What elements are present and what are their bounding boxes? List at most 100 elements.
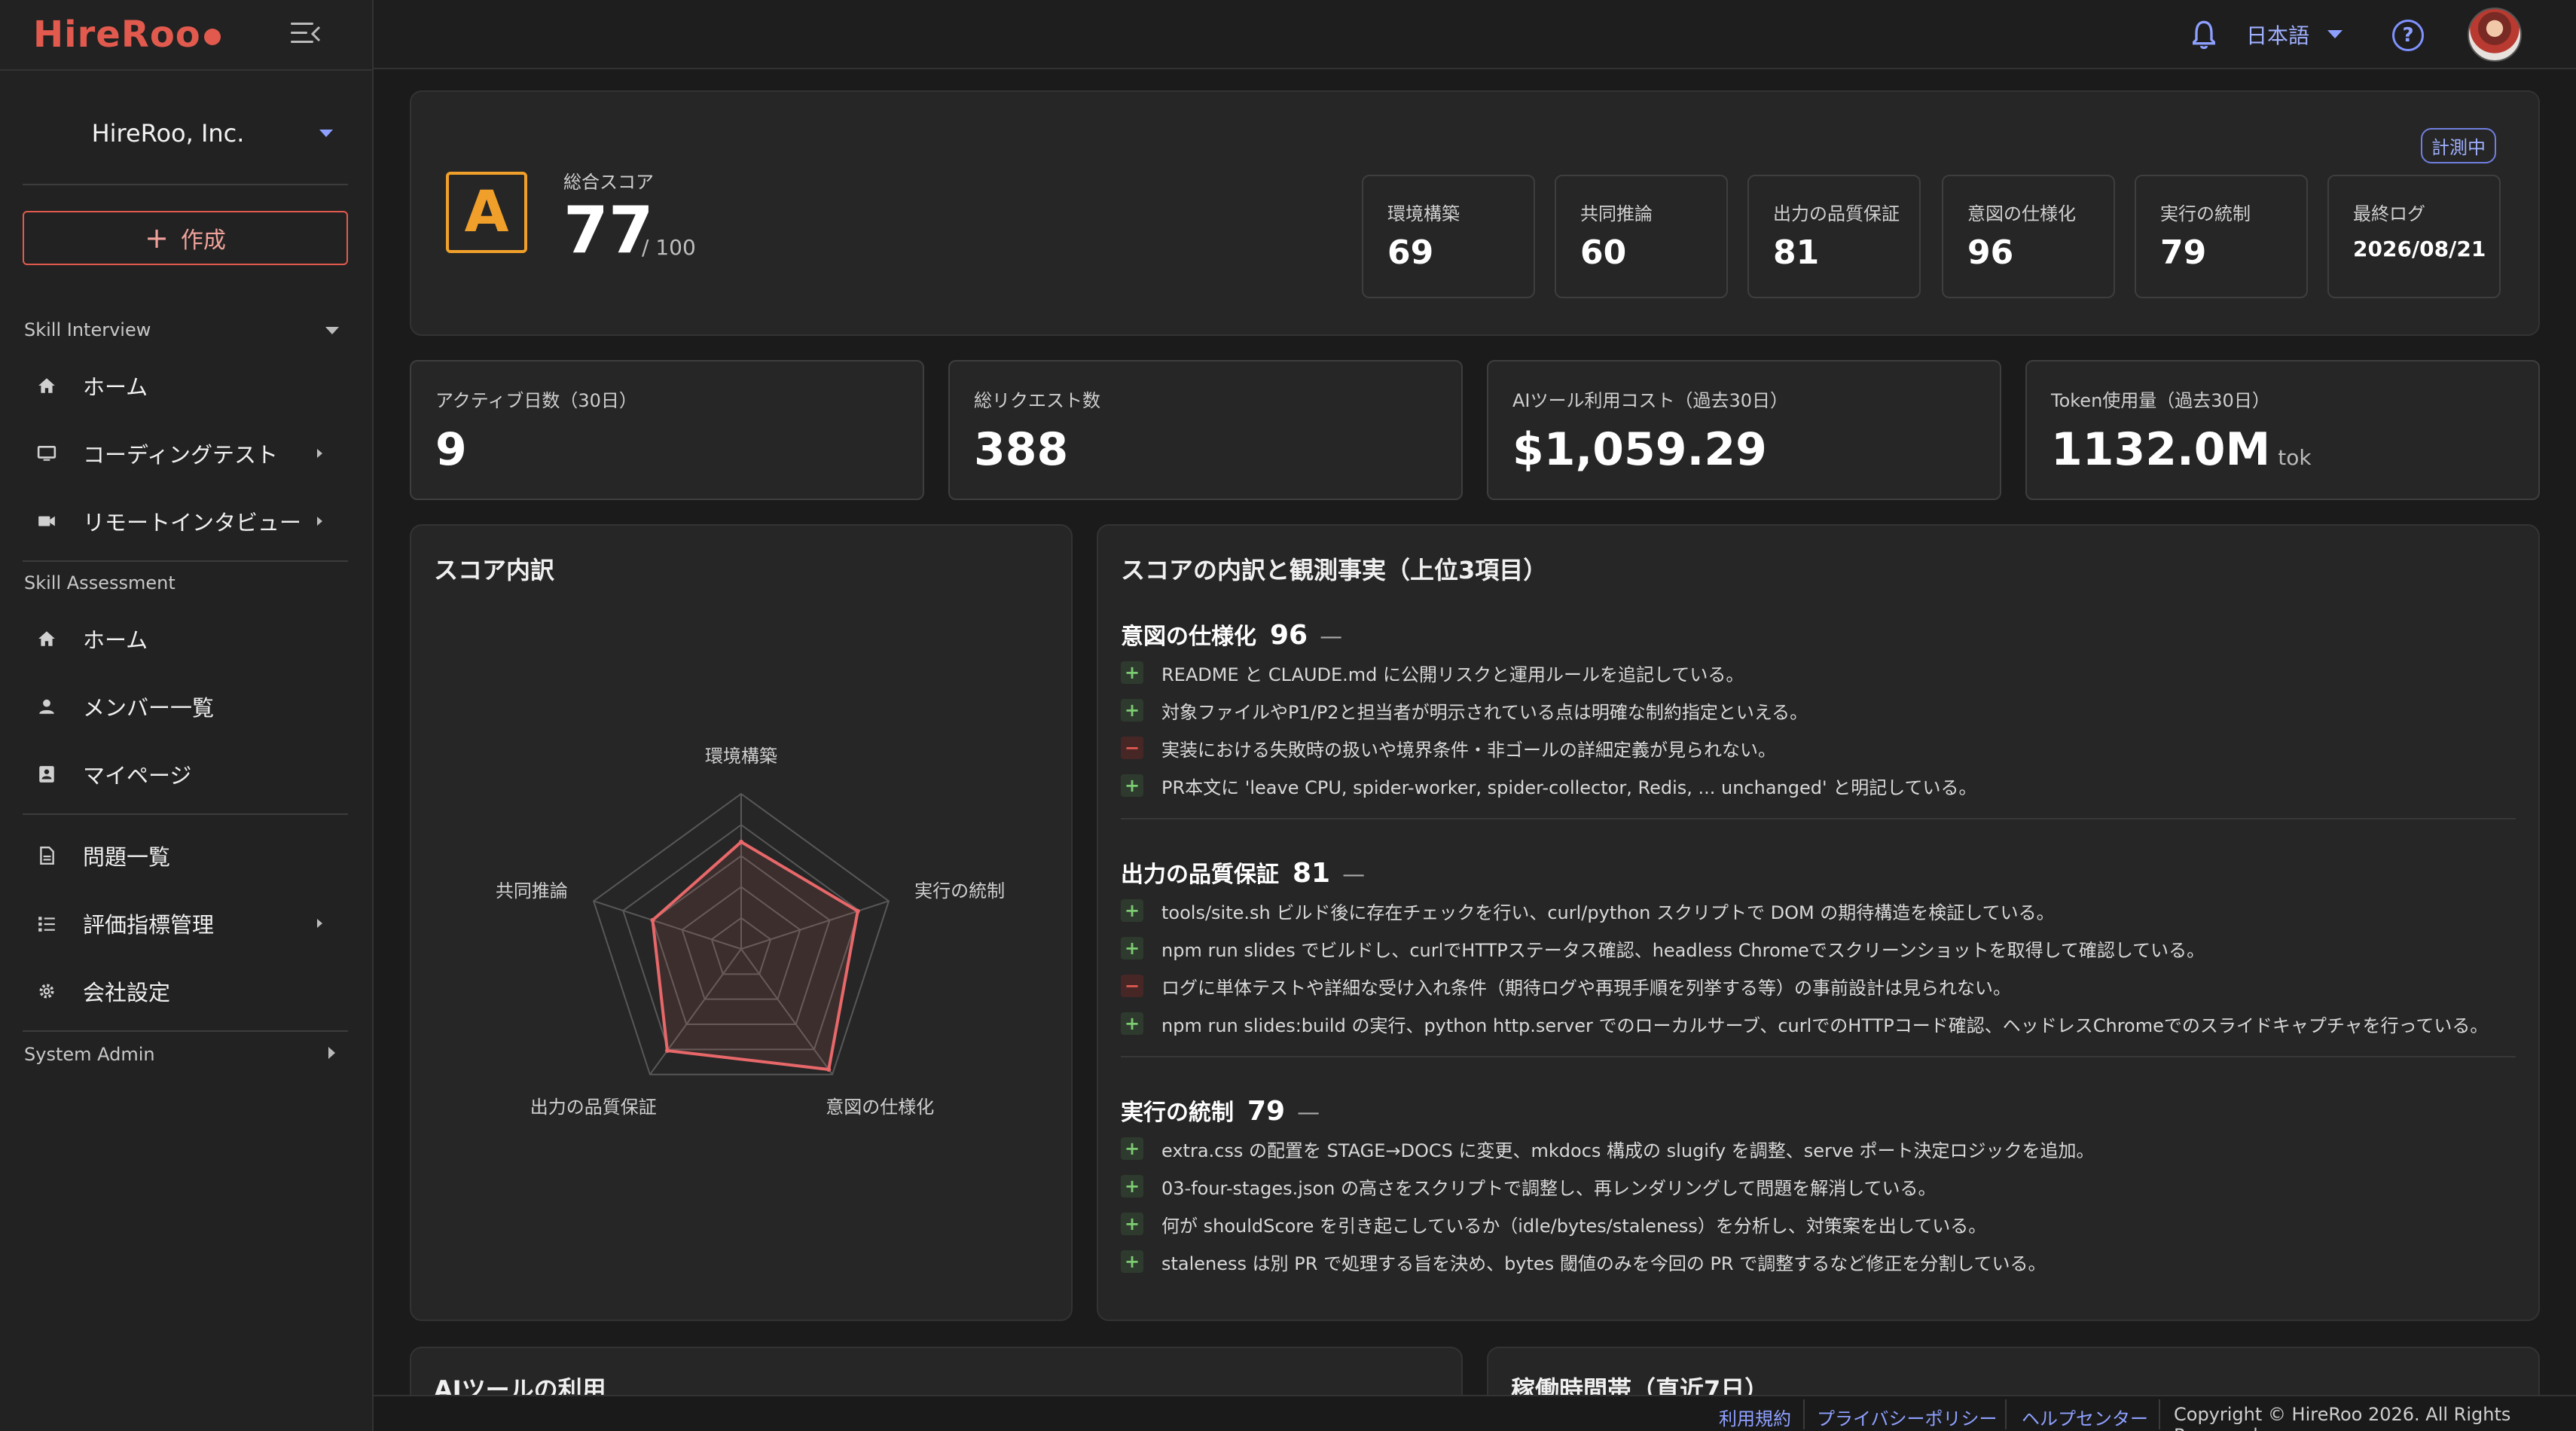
radar-point [855,908,860,914]
plus-icon: + [145,221,169,255]
observation-item: +03-four-stages.json の高さをスクリプトで調整し、再レンダリ… [1121,1173,1937,1199]
observation-text: 03-four-stages.json の高さをスクリプトで調整し、再レンダリン… [1161,1177,1937,1199]
id-card-icon [33,761,60,788]
stat-value: 388 [974,423,1068,476]
observation-item: + npm run slides でビルドし、curlでHTTPステータス確認、h… [1121,935,2205,961]
sidebar-collapse-icon[interactable] [291,21,321,47]
chevron-right-icon [317,517,322,526]
sidebar-item-metrics[interactable]: 評価指標管理 [33,901,342,946]
metric-value: 96 [1967,233,2014,272]
radar-point [664,1048,670,1053]
org-dropdown-icon[interactable] [319,130,333,137]
radar-series-polygon [651,840,859,1072]
observation-item: − ログに単体テストや詳細な受け入れ条件（期待ログや再現手順を列挙する等）の事前設… [1121,973,2011,999]
observation-group-title: 意図の仕様化 96 — [1121,618,1342,651]
stat-number: 9 [435,423,467,476]
observation-group-name: 意図の仕様化 [1121,624,1256,650]
metric-label: 最終ログ [2353,203,2425,224]
observation-text: PR本文に 'leave CPU, spider-worker, spider-… [1161,777,1977,798]
overall-score-value: 77 [563,193,654,268]
observation-group-score: 96 [1270,620,1308,651]
sidebar: HireRoo HireRoo, Inc. + 作成 Skill Intervi… [0,0,374,1431]
metric-card: 意図の仕様化 96 [1942,175,2115,298]
language-selector[interactable]: 日本語 [2246,20,2309,50]
chevron-down-icon[interactable] [2327,30,2343,38]
radar-axis-label: 意図の仕様化 [826,1097,934,1118]
observation-divider [1121,1056,2516,1057]
plus-icon: + [1121,661,1143,684]
help-center-link[interactable]: ヘルプセンター [2022,1404,2148,1430]
sidebar-item-si-home[interactable]: ホーム [33,363,342,408]
sidebar-item-company-settings[interactable]: 会社設定 [33,969,342,1014]
radar-axis-label: 出力の品質保証 [530,1097,657,1118]
metric-value: 2026/08/21 [2353,236,2486,261]
stat-value: 9 [435,423,467,476]
plus-icon: + [1121,1175,1143,1198]
minus-icon: − [1121,975,1143,997]
avatar[interactable] [2468,8,2522,62]
copyright: Copyright © HireRoo 2026. All Rights Res… [2174,1404,2511,1431]
observation-item: + tools/site.sh ビルド後に存在チェックを行い、curl/pytho… [1121,898,2055,923]
section-system-admin[interactable]: System Admin [24,1044,155,1065]
help-icon[interactable]: ? [2392,20,2424,51]
create-button-label: 作成 [180,227,226,254]
stat-number: 1132.0M [2051,423,2271,476]
privacy-link[interactable]: プライバシーポリシー [1817,1404,1998,1430]
stat-unit: tok [2278,445,2312,470]
terms-link[interactable]: 利用規約 [1719,1404,1791,1430]
overall-score-label: 総合スコア [563,172,654,193]
sidebar-item-remote-interview[interactable]: リモートインタビュー [33,499,342,544]
sidebar-item-members[interactable]: メンバー一覧 [33,684,342,729]
observation-text: extra.css の配置を STAGE→DOCS に変更、mkdocs 構成の… [1161,1140,2095,1161]
org-name[interactable]: HireRoo, Inc. [0,119,336,148]
metric-value: 69 [1387,233,1434,272]
observation-item: + 対象ファイルやP1/P2と担当者が明示されている点は明確な制約指定といえる。 [1121,697,1808,723]
sidebar-item-sa-home[interactable]: ホーム [33,616,342,661]
metric-card: 環境構築 69 [1362,175,1535,298]
plus-icon: + [1121,1213,1143,1235]
grade-badge: A [446,172,527,253]
create-button[interactable]: + 作成 [23,211,348,265]
observation-item: + npm run slides:build の実行、python http.se… [1121,1011,2488,1036]
observation-item: + staleness は別 PR で処理する旨を決め、bytes 閾値のみを今回… [1121,1249,2046,1274]
metric-value: 60 [1580,233,1627,272]
section-collapse-icon[interactable] [325,327,339,334]
checklist-icon [33,910,60,937]
observation-group-name: 出力の品質保証 [1121,862,1279,888]
plus-icon: + [1121,1012,1143,1035]
gear-icon [33,978,60,1005]
plus-icon: + [1121,1137,1143,1160]
plus-icon: + [1121,1250,1143,1273]
observation-text: README と CLAUDE.md に公開リスクと運用ルールを追記している。 [1161,664,1744,685]
logo[interactable]: HireRoo [33,14,221,56]
sidebar-item-problems[interactable]: 問題一覧 [33,833,342,878]
sidebar-item-coding-test[interactable]: コーディングテスト [33,431,342,476]
metric-value: 79 [2160,233,2207,272]
sidebar-item-mypage[interactable]: マイページ [33,752,342,797]
observation-text: 実装における失敗時の扱いや境界条件・非ゴールの詳細定義が見られない。 [1161,739,1776,761]
observations-title: スコアの内訳と観測事実（上位3項目） [1121,556,1548,584]
home-icon [33,625,60,652]
minus-icon: − [1121,737,1143,759]
observation-group-dash: — [1320,624,1343,650]
metric-card: 出力の品質保証 81 [1747,175,1921,298]
observation-group-score: 79 [1247,1096,1286,1127]
stat-label: 総リクエスト数 [974,390,1100,411]
observation-text: npm run slides でビルドし、curlでHTTPステータス確認、he… [1161,939,2205,961]
bell-icon[interactable] [2189,18,2219,51]
metric-label: 意図の仕様化 [1967,203,2076,224]
person-icon [33,693,60,720]
chevron-right-icon[interactable] [328,1047,335,1059]
radar-chart: 環境構築実行の統制意図の仕様化 出力の品質保証 共同推論 [496,746,1005,1118]
observation-text: tools/site.sh ビルド後に存在チェックを行い、curl/python… [1161,902,2055,923]
observation-group-name: 実行の統制 [1121,1100,1234,1126]
section-skill-interview[interactable]: Skill Interview [24,319,151,340]
document-icon [33,842,60,869]
observation-item: + PR本文に 'leave CPU, spider-worker, spider… [1121,773,1977,798]
observation-text: npm run slides:build の実行、python http.ser… [1161,1015,2489,1036]
radar-axis-label: 環境構築 [705,746,777,767]
plus-icon: + [1121,899,1143,922]
observation-group-title: 実行の統制 79 — [1121,1094,1320,1127]
stat-value: 1132.0M tok [2051,423,2312,476]
observation-group-title: 出力の品質保証 81 — [1121,856,1365,889]
